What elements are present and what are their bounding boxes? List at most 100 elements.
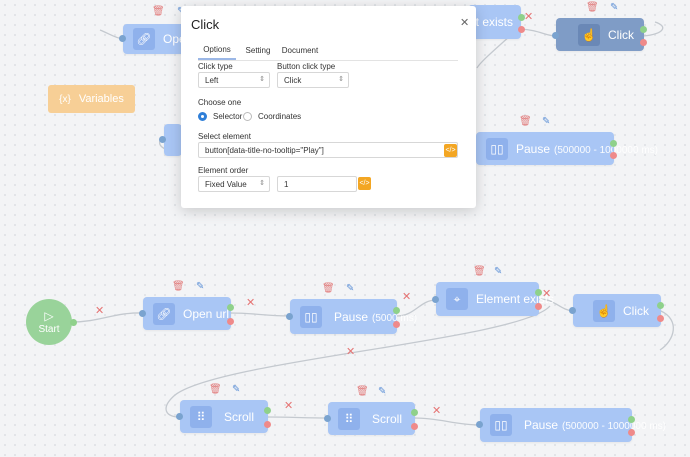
- input-port[interactable]: [176, 413, 183, 420]
- output-port[interactable]: [535, 289, 542, 296]
- node-label: Element exists: [476, 292, 555, 306]
- dialog-title: Click: [191, 17, 220, 32]
- remove-connection-icon[interactable]: ✕: [432, 406, 441, 417]
- delete-icon[interactable]: 🗑︎: [152, 7, 165, 17]
- pointer-icon: ☝: [593, 299, 615, 322]
- error-port[interactable]: [628, 429, 635, 436]
- click-type-value: Left: [205, 75, 219, 85]
- input-port[interactable]: [119, 35, 126, 42]
- remove-connection-icon[interactable]: ✕: [402, 292, 411, 303]
- delete-icon[interactable]: 🗑︎: [322, 284, 335, 294]
- error-port[interactable]: [393, 321, 400, 328]
- element-order-input[interactable]: 1: [277, 176, 357, 192]
- error-port[interactable]: [657, 315, 664, 322]
- node-open-url-top[interactable]: 🔗︎ Open url: [123, 24, 209, 54]
- node-label: Click: [608, 27, 634, 42]
- error-port[interactable]: [227, 318, 234, 325]
- error-port[interactable]: [610, 152, 617, 159]
- drag-handle-icon: ⠿: [338, 407, 360, 430]
- node-label: Scroll: [224, 409, 255, 424]
- click-type-select[interactable]: Left ⇕: [198, 72, 270, 88]
- input-port[interactable]: [569, 307, 576, 314]
- input-port[interactable]: [139, 310, 146, 317]
- select-element-input[interactable]: button[data-title-no-tooltip="Play"]: [198, 142, 458, 158]
- radio-coordinates[interactable]: Coordinates: [243, 112, 301, 121]
- input-port[interactable]: [286, 313, 293, 320]
- element-order-type-value: Fixed Value: [205, 179, 247, 189]
- button-click-type-select[interactable]: Click ⇕: [277, 72, 349, 88]
- node-pause-top[interactable]: ▯▯ Pause (500000 - 1000000 ms): [476, 132, 658, 165]
- choose-one-label: Choose one: [198, 98, 242, 107]
- radio-label: Selector: [213, 112, 243, 121]
- edit-icon[interactable]: ✎: [542, 117, 550, 127]
- remove-connection-icon[interactable]: ✕: [95, 306, 104, 317]
- dialog-tabs: Options Setting Document: [198, 40, 458, 61]
- output-port[interactable]: [393, 307, 400, 314]
- delete-icon[interactable]: 🗑︎: [209, 385, 222, 395]
- pause-icon: ▯▯: [490, 414, 512, 436]
- node-element-exists[interactable]: ⌖ Element exists: [436, 282, 554, 316]
- input-port[interactable]: [324, 415, 331, 422]
- output-port[interactable]: [628, 416, 635, 423]
- edit-icon[interactable]: ✎: [378, 387, 386, 397]
- click-settings-dialog: Click ✕ Options Setting Document Click t…: [181, 6, 476, 208]
- node-open-url[interactable]: 🔗︎ Open url: [143, 297, 231, 330]
- radio-selector[interactable]: Selector: [198, 112, 242, 121]
- input-port[interactable]: [552, 32, 559, 39]
- error-port[interactable]: [518, 26, 525, 33]
- output-port[interactable]: [227, 304, 234, 311]
- error-port[interactable]: [411, 423, 418, 430]
- node-pause-5000[interactable]: ▯▯ Pause (5000 ms): [290, 299, 417, 334]
- node-scroll-1[interactable]: ⠿ Scroll: [180, 400, 268, 433]
- output-port[interactable]: [610, 140, 617, 147]
- variables-button[interactable]: {x} Variables: [48, 85, 135, 113]
- code-icon[interactable]: </>: [444, 144, 457, 157]
- node-click-top[interactable]: ☝ Click: [556, 18, 644, 51]
- code-icon[interactable]: </>: [358, 177, 371, 190]
- delete-icon[interactable]: 🗑︎: [356, 387, 369, 397]
- pause-icon: ▯▯: [300, 305, 322, 328]
- output-port[interactable]: [264, 407, 271, 414]
- wire: [71, 312, 144, 323]
- error-port[interactable]: [264, 421, 271, 428]
- chevron-updown-icon: ⇕: [338, 76, 344, 83]
- error-port[interactable]: [640, 39, 647, 46]
- remove-connection-icon[interactable]: ✕: [284, 401, 293, 412]
- delete-icon[interactable]: 🗑︎: [519, 117, 532, 127]
- delete-icon[interactable]: 🗑︎: [172, 282, 185, 292]
- chevron-updown-icon: ⇕: [259, 76, 265, 83]
- output-port[interactable]: [640, 26, 647, 33]
- node-label: Pause (500000 - 1000000 ms): [524, 418, 666, 432]
- tab-setting[interactable]: Setting: [241, 41, 275, 59]
- variables-icon: {x}: [59, 93, 71, 105]
- output-port[interactable]: [518, 14, 525, 21]
- input-port[interactable]: [432, 296, 439, 303]
- start-node[interactable]: ▷ Start: [26, 299, 72, 345]
- element-order-type-select[interactable]: Fixed Value ⇕: [198, 176, 270, 192]
- edit-icon[interactable]: ✎: [494, 267, 502, 277]
- delete-icon[interactable]: 🗑︎: [473, 267, 486, 277]
- output-port[interactable]: [657, 302, 664, 309]
- node-click[interactable]: ☝ Click: [573, 294, 661, 327]
- remove-connection-icon[interactable]: ✕: [346, 347, 355, 358]
- delete-icon[interactable]: 🗑︎: [586, 3, 599, 13]
- wire: [414, 417, 481, 426]
- remove-connection-icon[interactable]: ✕: [246, 298, 255, 309]
- tab-document[interactable]: Document: [280, 41, 320, 59]
- edit-icon[interactable]: ✎: [196, 282, 204, 292]
- pointer-icon: ☝: [578, 23, 600, 46]
- edit-icon[interactable]: ✎: [610, 3, 618, 13]
- input-port[interactable]: [159, 136, 166, 143]
- output-port[interactable]: [70, 319, 77, 326]
- input-port[interactable]: [476, 421, 483, 428]
- tab-options[interactable]: Options: [198, 41, 236, 60]
- edit-icon[interactable]: ✎: [346, 284, 354, 294]
- remove-connection-icon[interactable]: ✕: [524, 12, 533, 23]
- node-pause-long[interactable]: ▯▯ Pause (500000 - 1000000 ms): [480, 408, 666, 442]
- output-port[interactable]: [411, 409, 418, 416]
- node-hidden-left[interactable]: [164, 124, 182, 156]
- close-icon[interactable]: ✕: [460, 16, 469, 29]
- edit-icon[interactable]: ✎: [232, 385, 240, 395]
- node-scroll-2[interactable]: ⠿ Scroll: [328, 402, 415, 435]
- error-port[interactable]: [535, 303, 542, 310]
